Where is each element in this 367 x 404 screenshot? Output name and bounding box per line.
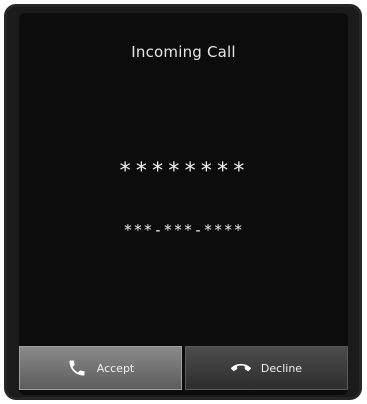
accept-button[interactable]: Accept	[19, 346, 182, 390]
incoming-call-panel: Incoming Call ******** ***-***-**** Acce…	[4, 4, 362, 400]
decline-label: Decline	[260, 361, 303, 375]
page-title: Incoming Call	[131, 43, 236, 61]
caller-name: ********	[118, 159, 249, 184]
phone-hangup-icon	[230, 358, 251, 378]
decline-button[interactable]: Decline	[185, 346, 348, 390]
caller-number: ***-***-****	[123, 221, 244, 239]
accept-label: Accept	[96, 361, 135, 375]
call-screen: Incoming Call ******** ***-***-****	[19, 13, 348, 395]
call-action-bar: Accept Decline	[19, 346, 348, 390]
phone-accept-icon	[67, 358, 87, 378]
